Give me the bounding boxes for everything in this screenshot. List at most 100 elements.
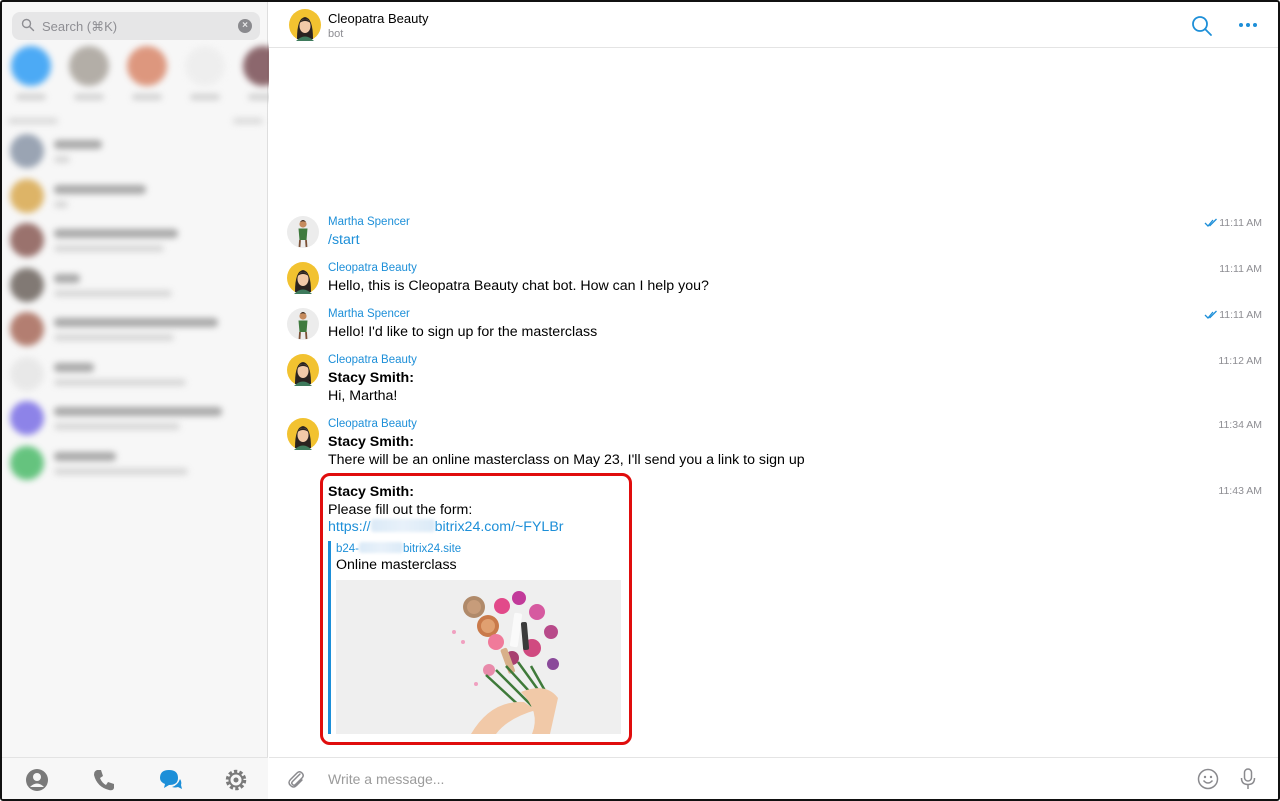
chat-list-item[interactable] [2,173,268,218]
settings-gear-icon[interactable] [223,767,249,793]
chat-name [54,273,80,283]
chat-title: Cleopatra Beauty [328,11,429,26]
phone-icon[interactable] [91,767,117,793]
more-options-icon[interactable] [1237,20,1259,30]
martha-avatar[interactable] [287,216,319,248]
avatar [10,401,44,435]
message-text: Hello, this is Cleopatra Beauty chat bot… [328,278,709,294]
message-time: 11:11 AM [1219,309,1262,321]
preview-image[interactable] [336,580,621,734]
message-author[interactable]: Martha Spencer [328,308,410,320]
avatar [127,46,167,86]
favorite-label [132,94,162,100]
bottom-nav [2,757,268,799]
redacted-site [359,542,404,553]
avatar [10,178,44,213]
favorite-contact[interactable] [180,46,230,100]
avatar [69,46,109,86]
message-time: 11:12 AM [1218,355,1262,367]
link-preview[interactable]: b24- bitrix24.site Online masterclass [328,541,621,734]
message-author[interactable]: Cleopatra Beauty [328,418,417,430]
chat-name [54,451,116,461]
chat-name [54,184,146,194]
clear-search-icon[interactable]: × [238,19,252,33]
search-icon [21,18,35,32]
contacts-icon[interactable] [24,767,50,793]
chat-list [2,128,268,484]
cleopatra-avatar[interactable] [287,354,319,386]
chat-preview [54,467,188,475]
chats-icon[interactable] [157,767,183,793]
avatar [10,134,44,168]
message-time: 11:43 AM [1218,485,1262,497]
app-window: × [0,0,1280,801]
favorite-label [74,94,104,100]
favorite-contact[interactable] [122,46,172,100]
martha-avatar[interactable] [287,308,319,340]
emoji-icon[interactable] [1197,768,1219,790]
chat-preview [54,423,180,430]
chat-list-item[interactable] [2,128,268,173]
chat-list-item[interactable] [2,395,268,440]
chat-name [54,229,178,238]
message-time: 11:34 AM [1218,419,1262,431]
avatar [10,267,44,302]
message-composer [269,757,1278,799]
chat-name [54,362,94,372]
search-input[interactable] [42,16,232,36]
cleopatra-avatar[interactable] [289,9,321,41]
message-text: There will be an online masterclass on M… [328,452,805,468]
favorite-label [16,94,46,100]
message-text: Hello! I'd like to sign up for the maste… [328,324,598,340]
favorites-row [6,46,283,110]
chat-name [54,318,218,327]
message-author[interactable]: Cleopatra Beauty [328,262,417,274]
microphone-icon[interactable] [1239,767,1257,791]
favorite-contact[interactable] [6,46,56,100]
favorite-contact[interactable] [64,46,114,100]
message-input[interactable] [328,769,1168,789]
message-author[interactable]: Cleopatra Beauty [328,354,417,366]
chat-list-item[interactable] [2,306,268,351]
avatar [10,445,44,480]
chat-preview [54,156,70,163]
message-text: Stacy Smith: [328,434,414,450]
avatar [11,46,51,86]
chat-header: Cleopatra Beauty bot [269,2,1278,48]
avatar [10,356,44,391]
chat-panel: Cleopatra Beauty bot Martha Spencer 11:11… [269,2,1278,799]
chat-subtitle: bot [328,28,344,40]
avatar [10,312,44,346]
chat-name [54,140,102,149]
preview-site: b24- bitrix24.site [336,542,462,555]
cleopatra-avatar[interactable] [287,262,319,294]
sidebar: × [2,2,283,799]
chat-preview [54,289,172,297]
chat-name [54,407,222,416]
message-time: 11:11 AM [1219,217,1262,229]
read-receipt-icon [1204,310,1217,319]
read-receipt-icon [1204,218,1217,227]
message-text: Stacy Smith: [328,370,414,386]
message-author[interactable]: Martha Spencer [328,216,410,228]
chat-preview [54,200,68,208]
message-text[interactable]: /start [328,232,360,248]
message-text: Hi, Martha! [328,388,398,404]
flower-bouquet-image [336,580,621,734]
chat-list-item[interactable] [2,351,268,396]
chat-preview [54,378,186,386]
chat-list-item[interactable] [2,217,268,262]
avatar [10,223,44,257]
message-time: 11:11 AM [1219,263,1262,275]
cleopatra-avatar[interactable] [287,418,319,450]
search-icon[interactable] [1191,15,1213,37]
favorite-label [190,94,220,100]
chat-preview [54,334,174,341]
attach-paperclip-icon[interactable] [285,768,307,790]
chat-preview [54,245,164,252]
chat-list-item[interactable] [2,262,268,307]
preview-title: Online masterclass [336,557,457,573]
avatar [185,46,225,86]
search-box[interactable]: × [12,12,260,40]
chat-list-item[interactable] [2,440,268,485]
